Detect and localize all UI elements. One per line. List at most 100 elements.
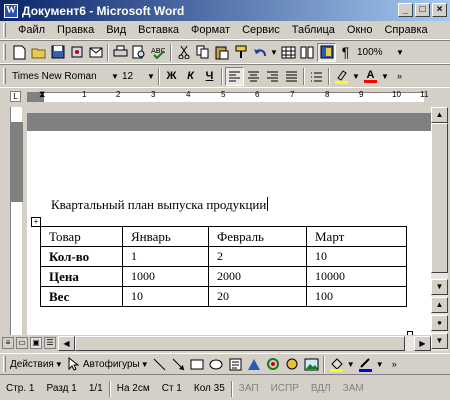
select-browse-object-icon[interactable]: ● bbox=[431, 315, 448, 331]
table-cell[interactable]: 20 bbox=[208, 286, 307, 307]
print-preview-icon[interactable] bbox=[130, 43, 149, 62]
justify-icon[interactable] bbox=[282, 67, 301, 86]
line-color-icon[interactable] bbox=[356, 355, 375, 374]
status-extend[interactable]: ВДЛ bbox=[305, 380, 337, 398]
align-center-icon[interactable] bbox=[244, 67, 263, 86]
new-document-icon[interactable] bbox=[10, 43, 29, 62]
table-cell[interactable]: 2000 bbox=[208, 266, 307, 287]
table-cell[interactable]: 2 bbox=[208, 246, 307, 267]
toolbar-options-icon[interactable]: » bbox=[390, 67, 409, 86]
font-name-box[interactable]: Times New Roman bbox=[10, 67, 110, 85]
line-icon[interactable] bbox=[150, 355, 169, 374]
italic-button[interactable]: К bbox=[181, 67, 200, 86]
horizontal-scroll-thumb[interactable] bbox=[75, 336, 405, 351]
clip-art-icon[interactable] bbox=[283, 355, 302, 374]
status-record[interactable]: ЗАП bbox=[233, 380, 265, 398]
font-color-dropdown-icon[interactable]: ▼ bbox=[380, 72, 390, 81]
copy-icon[interactable] bbox=[193, 43, 212, 62]
menu-view[interactable]: Вид bbox=[100, 24, 132, 36]
print-layout-view-icon[interactable]: ▣ bbox=[30, 337, 42, 349]
document-heading[interactable]: Квартальный план выпуска продукции bbox=[51, 197, 269, 213]
menu-window[interactable]: Окно bbox=[341, 24, 379, 36]
align-left-icon[interactable] bbox=[225, 66, 244, 86]
menu-format[interactable]: Формат bbox=[185, 24, 236, 36]
font-color-icon[interactable]: A bbox=[361, 67, 380, 86]
table-cell[interactable]: 10 bbox=[122, 286, 209, 307]
show-formatting-icon[interactable]: ¶ bbox=[336, 43, 355, 62]
font-name-dropdown-icon[interactable]: ▼ bbox=[110, 72, 120, 81]
scroll-up-icon[interactable]: ▲ bbox=[431, 107, 448, 123]
actions-menu[interactable]: Действия bbox=[10, 359, 54, 370]
oval-icon[interactable] bbox=[207, 355, 226, 374]
zoom-dropdown-icon[interactable]: ▼ bbox=[395, 48, 405, 57]
actions-dropdown-icon[interactable]: ▼ bbox=[54, 360, 64, 369]
paste-icon[interactable] bbox=[212, 43, 231, 62]
diagram-icon[interactable] bbox=[264, 355, 283, 374]
text-box-icon[interactable] bbox=[226, 355, 245, 374]
vertical-ruler[interactable] bbox=[10, 107, 23, 335]
menu-insert[interactable]: Вставка bbox=[132, 24, 185, 36]
bold-button[interactable]: Ж bbox=[162, 67, 181, 86]
spelling-icon[interactable]: ABC bbox=[149, 43, 168, 62]
ruler-text-area[interactable] bbox=[44, 92, 424, 102]
table-cell[interactable]: Цена bbox=[40, 266, 123, 287]
select-objects-icon[interactable] bbox=[64, 355, 83, 374]
columns-icon[interactable] bbox=[298, 43, 317, 62]
insert-table-icon[interactable] bbox=[279, 43, 298, 62]
document-page[interactable]: Квартальный план выпуска продукции + Тов… bbox=[27, 131, 431, 335]
permission-icon[interactable] bbox=[67, 43, 86, 62]
previous-page-icon[interactable]: ▲ bbox=[431, 297, 448, 313]
next-page-icon[interactable]: ▼ bbox=[431, 333, 448, 349]
font-size-dropdown-icon[interactable]: ▼ bbox=[146, 72, 156, 81]
table-cell[interactable]: Вес bbox=[40, 286, 123, 307]
zoom-box[interactable]: 100% bbox=[355, 43, 395, 61]
table-header-cell[interactable]: Февраль bbox=[208, 226, 307, 247]
menu-file[interactable]: Файл bbox=[12, 24, 51, 36]
fill-color-icon[interactable] bbox=[327, 355, 346, 374]
document-map-icon[interactable] bbox=[317, 42, 336, 62]
open-folder-icon[interactable] bbox=[29, 43, 48, 62]
undo-dropdown-icon[interactable]: ▼ bbox=[269, 48, 279, 57]
toolbar-grip[interactable] bbox=[3, 68, 6, 84]
table-header-cell[interactable]: Товар bbox=[40, 226, 123, 247]
align-right-icon[interactable] bbox=[263, 67, 282, 86]
save-icon[interactable] bbox=[48, 43, 67, 62]
web-view-icon[interactable]: ▭ bbox=[16, 337, 28, 349]
table-cell[interactable]: Кол-во bbox=[40, 246, 123, 267]
highlight-icon[interactable] bbox=[332, 67, 351, 86]
arrow-icon[interactable] bbox=[169, 355, 188, 374]
highlight-dropdown-icon[interactable]: ▼ bbox=[351, 72, 361, 81]
menu-grip[interactable] bbox=[3, 23, 6, 37]
table-cell[interactable]: 1000 bbox=[122, 266, 209, 287]
email-icon[interactable] bbox=[86, 43, 105, 62]
insert-picture-icon[interactable] bbox=[302, 355, 321, 374]
normal-view-icon[interactable]: ≡ bbox=[2, 337, 14, 349]
menu-help[interactable]: Справка bbox=[378, 24, 433, 36]
format-painter-icon[interactable] bbox=[231, 43, 250, 62]
indent-marker-icon[interactable]: ⧗ bbox=[39, 89, 45, 100]
scroll-left-icon[interactable]: ◀ bbox=[58, 336, 75, 351]
table-header-cell[interactable]: Январь bbox=[122, 226, 209, 247]
close-button[interactable]: × bbox=[432, 3, 447, 17]
underline-button[interactable]: Ч bbox=[200, 67, 219, 86]
maximize-button[interactable]: □ bbox=[415, 3, 430, 17]
wordart-icon[interactable] bbox=[245, 355, 264, 374]
scroll-down-icon[interactable]: ▼ bbox=[431, 279, 448, 295]
table-cell[interactable]: 1 bbox=[122, 246, 209, 267]
numbering-icon[interactable] bbox=[307, 67, 326, 86]
table-header-cell[interactable]: Март bbox=[306, 226, 407, 247]
print-icon[interactable] bbox=[111, 43, 130, 62]
toolbar-grip[interactable] bbox=[3, 44, 6, 60]
line-color-dropdown-icon[interactable]: ▼ bbox=[375, 360, 385, 369]
data-table[interactable]: Товар Январь Февраль Март Кол-во 1 2 10 … bbox=[40, 226, 407, 307]
horizontal-scrollbar[interactable]: ◀ ▶ bbox=[58, 336, 431, 351]
scroll-thumb[interactable] bbox=[431, 123, 448, 273]
undo-icon[interactable] bbox=[250, 43, 269, 62]
menu-tools[interactable]: Сервис bbox=[236, 24, 286, 36]
toolbar-grip[interactable] bbox=[3, 356, 6, 372]
table-cell[interactable]: 10000 bbox=[306, 266, 407, 287]
vertical-scrollbar[interactable]: ▲ ▼ ▲ ● ▼ bbox=[431, 107, 448, 351]
cut-icon[interactable] bbox=[174, 43, 193, 62]
fill-color-dropdown-icon[interactable]: ▼ bbox=[346, 360, 356, 369]
menu-edit[interactable]: Правка bbox=[51, 24, 100, 36]
